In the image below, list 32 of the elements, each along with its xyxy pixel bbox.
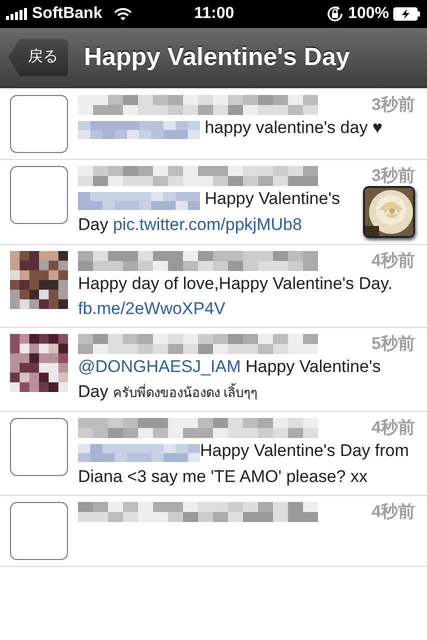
link[interactable]: pic.twitter.com/ppkjMUb8 [112, 215, 302, 234]
link[interactable]: fb.me/2eWwoXP4V [78, 299, 226, 318]
battery-level: 100% [348, 4, 389, 24]
carrier-name: SoftBank [32, 4, 102, 24]
tweet-time: 3秒前 [372, 166, 415, 186]
tweet-row[interactable]: 3秒前 Happy Valentine's Day pic.twitter.com/ppkjMUb8 [0, 160, 427, 245]
tweet-time: 5秒前 [372, 334, 415, 354]
avatar-placeholder [10, 95, 68, 153]
tweet-row[interactable]: 3秒前 happy valentine's day ♥ [0, 88, 427, 160]
nav-title: Happy Valentine's Day [84, 42, 350, 73]
tweet-time: 4秒前 [372, 251, 415, 271]
tweet-text: happy valentine's day ♥ [78, 115, 415, 142]
avatar-placeholder [10, 418, 68, 476]
tweet-text: Happy Valentine's Day pic.twitter.com/ppkjMUb8 [78, 186, 341, 236]
tweet-row[interactable]: 4秒前 Happy Valentine's Day from Diana <3 say me 'TE AMO' please? xx [0, 412, 427, 496]
battery-icon [393, 7, 421, 21]
tweet-time: 4秒前 [372, 502, 415, 522]
tweet-time: 4秒前 [372, 418, 415, 438]
rotation-lock-icon [326, 5, 344, 23]
wifi-icon [114, 8, 132, 20]
avatar-placeholder [10, 166, 68, 224]
tweet-text: @DONGHAESJ_IAM Happy Valentine's Day ครับพี่ดงของน้องดง เลิ้บๆๆ [78, 356, 382, 403]
tweet-text: Happy Valentine's Day from Diana <3 say me 'TE AMO' please? xx [78, 438, 410, 488]
status-time: 11:00 [193, 4, 236, 24]
link[interactable]: @DONGHAESJ_IAM [78, 357, 241, 376]
tweet-row[interactable]: 5秒前 @DONGHAESJ_IAM Happy Valentine's Day ครับพี่ดงของน้องดง เลิ้บๆๆ [0, 328, 427, 412]
avatar-placeholder [10, 502, 68, 560]
tweet-time: 3秒前 [372, 95, 415, 115]
signal-icon [6, 8, 28, 20]
tweet-text: Happy day of love,Happy Valentine's Day. fb.me/2eWwoXP4V [78, 273, 394, 320]
tweet-row[interactable]: 4秒前 Happy day of love,Happy Valentine's Day. fb.me/2eWwoXP4V [0, 245, 427, 328]
back-button[interactable]: 戻る [8, 38, 68, 76]
